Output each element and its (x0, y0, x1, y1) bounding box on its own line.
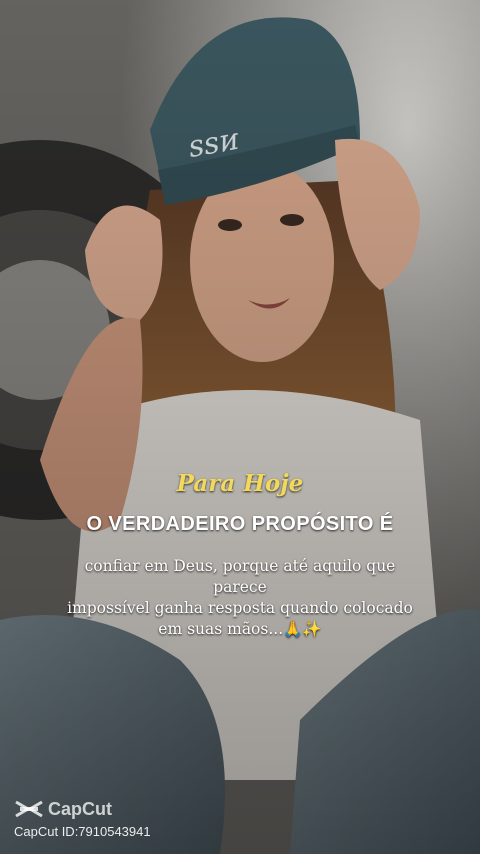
dark-overlay (0, 0, 480, 854)
video-frame: ssᴎ Para Hoje O VERDADEIRO PROPÓSITO É c… (0, 0, 480, 854)
capcut-watermark: CapCut CapCut ID:7910543941 (14, 798, 151, 840)
capcut-brand: CapCut (48, 798, 112, 819)
quote-line-1: confiar em Deus, porque até aquilo que p… (84, 557, 396, 596)
quote-title: O VERDADEIRO PROPÓSITO É (86, 513, 394, 535)
quote-line-2: impossível ganha resposta quando colocad… (67, 599, 413, 617)
quote-line-3: em suas mãos...🙏✨ (158, 620, 322, 638)
capcut-id: CapCut ID:7910543941 (14, 824, 151, 839)
capcut-logo-icon (15, 800, 43, 818)
capcut-logo: CapCut (14, 798, 151, 820)
quote-kicker: Para Hoje (176, 470, 304, 497)
quote-body: confiar em Deus, porque até aquilo que p… (62, 556, 418, 640)
